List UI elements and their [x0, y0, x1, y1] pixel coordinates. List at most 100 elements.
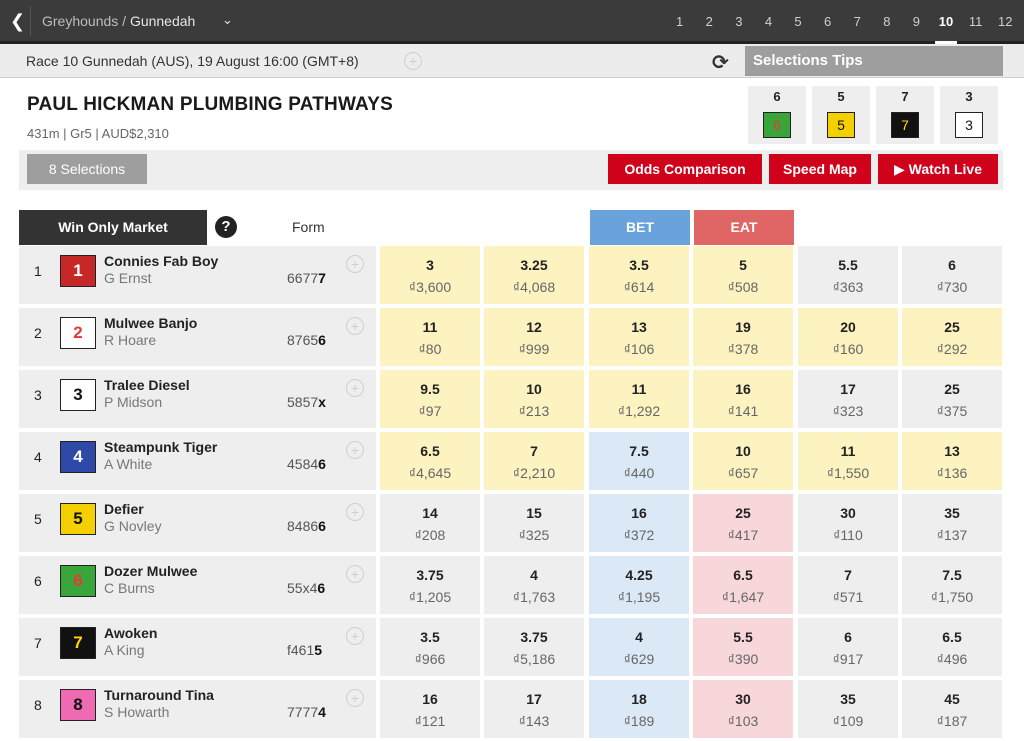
odds-cell-grey[interactable]: 6 ₫730	[902, 246, 1002, 304]
refresh-icon[interactable]: ⟳	[712, 50, 729, 75]
odds-cell-pink[interactable]: 25 ₫417	[693, 494, 793, 552]
win-only-market-tab[interactable]: Win Only Market	[19, 210, 207, 245]
odds-cell-yellow[interactable]: 16 ₫141	[693, 370, 793, 428]
odds-cell-grey[interactable]: 35 ₫137	[902, 494, 1002, 552]
odds-cell-grey[interactable]: 6 ₫917	[798, 618, 898, 676]
runner-name[interactable]: Turnaround Tina	[104, 687, 214, 703]
add-to-betslip-icon[interactable]: +	[346, 255, 364, 273]
odds-cell-yellow[interactable]: 9.5 ₫97	[380, 370, 480, 428]
odds-cell-yellow[interactable]: 11 ₫1,292	[589, 370, 689, 428]
odds-cell-yellow[interactable]: 3.5 ₫614	[589, 246, 689, 304]
race-tab-2[interactable]: 2	[694, 0, 724, 44]
odds-cell-yellow[interactable]: 5 ₫508	[693, 246, 793, 304]
odds-cell-yellow[interactable]: 12 ₫999	[484, 308, 584, 366]
odds-cell-yellow[interactable]: 11 ₫80	[380, 308, 480, 366]
race-tab-12[interactable]: 12	[990, 0, 1020, 44]
odds-cell-grey[interactable]: 3.75 ₫1,205	[380, 556, 480, 614]
odds-cell-grey[interactable]: 5.5 ₫363	[798, 246, 898, 304]
runner-info[interactable]: 8 8 Turnaround Tina S Howarth 77774 +	[19, 680, 376, 738]
odds-cell-grey[interactable]: 17 ₫323	[798, 370, 898, 428]
odds-cell-yellow[interactable]: 13 ₫106	[589, 308, 689, 366]
runner-info[interactable]: 5 5 Defier G Novley 84866 +	[19, 494, 376, 552]
odds-cell-yellow[interactable]: 20 ₫160	[798, 308, 898, 366]
odds-cell-blue[interactable]: 16 ₫372	[589, 494, 689, 552]
odds-cell-blue[interactable]: 7.5 ₫440	[589, 432, 689, 490]
speed-map-button[interactable]: Speed Map	[769, 154, 871, 184]
odds-cell-yellow[interactable]: 7 ₫2,210	[484, 432, 584, 490]
add-to-betslip-icon[interactable]: +	[346, 379, 364, 397]
odds-cell-yellow[interactable]: 13 ₫136	[902, 432, 1002, 490]
race-tab-6[interactable]: 6	[813, 0, 843, 44]
odds-cell-grey[interactable]: 7 ₫571	[798, 556, 898, 614]
add-to-betslip-icon[interactable]: +	[346, 565, 364, 583]
race-tab-11[interactable]: 11	[961, 0, 991, 44]
add-to-betslip-icon[interactable]: +	[346, 317, 364, 335]
selections-count-button[interactable]: 8 Selections	[27, 154, 147, 184]
runner-info[interactable]: 3 3 Tralee Diesel P Midson 5857x +	[19, 370, 376, 428]
runner-name[interactable]: Dozer Mulwee	[104, 563, 197, 579]
runner-info[interactable]: 4 4 Steampunk Tiger A White 45846 +	[19, 432, 376, 490]
odds-cell-blue[interactable]: 4 ₫629	[589, 618, 689, 676]
odds-cell-pink[interactable]: 30 ₫103	[693, 680, 793, 738]
runner-name[interactable]: Steampunk Tiger	[104, 439, 217, 455]
odds-cell-yellow[interactable]: 10 ₫213	[484, 370, 584, 428]
odds-cell-grey[interactable]: 45 ₫187	[902, 680, 1002, 738]
chevron-left-icon[interactable]: ❮	[10, 11, 26, 31]
race-tab-7[interactable]: 7	[842, 0, 872, 44]
odds-cell-yellow[interactable]: 3.25 ₫4,068	[484, 246, 584, 304]
runner-name[interactable]: Mulwee Banjo	[104, 315, 197, 331]
runner-info[interactable]: 7 7 Awoken A King f4615 +	[19, 618, 376, 676]
add-to-betslip-icon[interactable]: +	[346, 441, 364, 459]
add-to-betslip-icon[interactable]: +	[346, 689, 364, 707]
runner-name[interactable]: Defier	[104, 501, 144, 517]
odds-cell-yellow[interactable]: 3 ₫3,600	[380, 246, 480, 304]
odds-cell-grey[interactable]: 17 ₫143	[484, 680, 584, 738]
add-to-betslip-icon[interactable]: +	[346, 503, 364, 521]
add-icon[interactable]: +	[404, 52, 422, 70]
race-tab-1[interactable]: 1	[665, 0, 695, 44]
runner-name[interactable]: Connies Fab Boy	[104, 253, 218, 269]
odds-cell-grey[interactable]: 15 ₫325	[484, 494, 584, 552]
chevron-down-icon[interactable]: ⌄	[222, 12, 233, 28]
help-icon[interactable]: ?	[215, 216, 237, 238]
odds-cell-grey[interactable]: 30 ₫110	[798, 494, 898, 552]
breadcrumb[interactable]: Greyhounds / Gunnedah	[42, 13, 195, 29]
race-tab-4[interactable]: 4	[754, 0, 784, 44]
odds-value: 5.5	[838, 257, 858, 273]
odds-cell-yellow[interactable]: 19 ₫378	[693, 308, 793, 366]
odds-cell-blue[interactable]: 4.25 ₫1,195	[589, 556, 689, 614]
odds-cell-yellow[interactable]: 10 ₫657	[693, 432, 793, 490]
odds-cell-yellow[interactable]: 11 ₫1,550	[798, 432, 898, 490]
runner-name[interactable]: Tralee Diesel	[104, 377, 190, 393]
race-tab-10[interactable]: 10	[931, 0, 961, 44]
odds-cell-grey[interactable]: 3.75 ₫5,186	[484, 618, 584, 676]
breadcrumb-parent[interactable]: Greyhounds /	[42, 13, 130, 29]
odds-cell-pink[interactable]: 6.5 ₫1,647	[693, 556, 793, 614]
odds-cell-grey[interactable]: 14 ₫208	[380, 494, 480, 552]
runner-info[interactable]: 2 2 Mulwee Banjo R Hoare 87656 +	[19, 308, 376, 366]
odds-cell-grey[interactable]: 6.5 ₫496	[902, 618, 1002, 676]
runner-info[interactable]: 1 1 Connies Fab Boy G Ernst 66777 +	[19, 246, 376, 304]
odds-cell-grey[interactable]: 7.5 ₫1,750	[902, 556, 1002, 614]
odds-cell-grey[interactable]: 25 ₫375	[902, 370, 1002, 428]
race-tab-8[interactable]: 8	[872, 0, 902, 44]
race-tab-5[interactable]: 5	[783, 0, 813, 44]
odds-cell-grey[interactable]: 16 ₫121	[380, 680, 480, 738]
breadcrumb-current[interactable]: Gunnedah	[130, 13, 195, 29]
odds-cell-grey[interactable]: 4 ₫1,763	[484, 556, 584, 614]
odds-cell-grey[interactable]: 3.5 ₫966	[380, 618, 480, 676]
race-tab-3[interactable]: 3	[724, 0, 754, 44]
selections-tips-button[interactable]: Selections Tips	[745, 46, 1003, 76]
odds-cell-yellow[interactable]: 6.5 ₫4,645	[380, 432, 480, 490]
add-to-betslip-icon[interactable]: +	[346, 627, 364, 645]
race-tab-9[interactable]: 9	[902, 0, 932, 44]
odds-cell-blue[interactable]: 18 ₫189	[589, 680, 689, 738]
odds-cell-grey[interactable]: 35 ₫109	[798, 680, 898, 738]
runner-name[interactable]: Awoken	[104, 625, 157, 641]
runner-form: 77774	[287, 704, 326, 720]
watch-live-button[interactable]: ▶ Watch Live	[878, 154, 998, 184]
odds-cell-pink[interactable]: 5.5 ₫390	[693, 618, 793, 676]
odds-comparison-button[interactable]: Odds Comparison	[608, 154, 762, 184]
runner-info[interactable]: 6 6 Dozer Mulwee C Burns 55x46 +	[19, 556, 376, 614]
odds-cell-yellow[interactable]: 25 ₫292	[902, 308, 1002, 366]
